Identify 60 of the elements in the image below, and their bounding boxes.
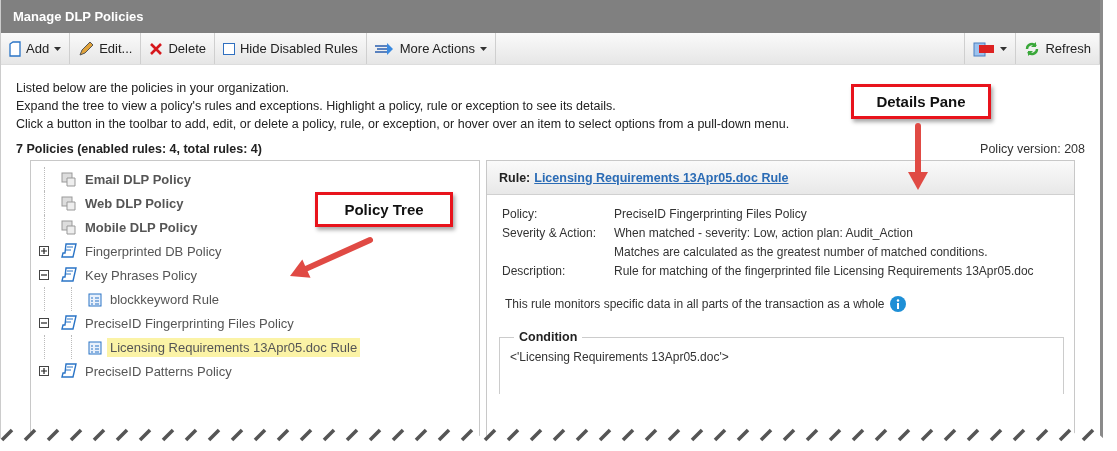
- callout-label: Details Pane: [851, 84, 991, 119]
- field-value: Rule for matching of the fingerprinted file Licensing Requirements 13Apr05.doc: [614, 264, 1035, 278]
- rule-link[interactable]: Licensing Requirements 13Apr05.doc Rule: [534, 170, 789, 185]
- intro-text: Listed below are the policies in your organization.: [16, 80, 290, 97]
- intro-text: Click a button in the toolbar to add, edit, or delete a policy, rule, or exception, or hover over an item to select options from a pull-down menu.: [16, 116, 790, 133]
- caret-icon: [54, 46, 62, 51]
- field-label: Policy:: [502, 207, 539, 221]
- expand-icon[interactable]: [39, 246, 49, 256]
- tree-item[interactable]: PreciseID Patterns Policy: [82, 361, 235, 381]
- pdf-icon: [973, 40, 996, 57]
- field-value: Matches are calculated as the greatest number of matched conditions.: [614, 245, 989, 259]
- tree-item[interactable]: Fingerprinted DB Policy: [82, 241, 225, 261]
- scroll-icon: [61, 267, 77, 283]
- refresh-icon: [1024, 40, 1041, 57]
- field-label: Severity & Action:: [502, 226, 598, 240]
- list-icon: [88, 339, 102, 355]
- scroll-icon: [61, 315, 77, 331]
- arrows-icon: [374, 41, 395, 56]
- intro-text: Expand the tree to view a policy's rules and exceptions. Highlight a policy, rule or exception to see its details.: [16, 98, 616, 115]
- delete-icon: [149, 41, 164, 56]
- window-title: Manage DLP Policies: [1, 0, 1100, 33]
- tree-item[interactable]: Licensing Requirements 13Apr05.doc Rule: [107, 337, 361, 357]
- collapse-icon[interactable]: [39, 270, 49, 280]
- tree-item[interactable]: PreciseID Fingerprinting Files Policy: [82, 313, 297, 333]
- callout-label: Policy Tree: [315, 192, 453, 227]
- policy-version: Policy version: 208: [980, 142, 1085, 156]
- tree-item[interactable]: Key Phrases Policy: [82, 265, 200, 285]
- info-icon[interactable]: [889, 296, 906, 312]
- toolbar-button[interactable]: Delete: [141, 33, 215, 64]
- tree-item[interactable]: Mobile DLP Policy: [82, 217, 201, 237]
- policy-count: 7 Policies (enabled rules: 4, total rules: 4): [16, 142, 262, 156]
- toolbar-button[interactable]: Add: [1, 33, 71, 64]
- toolbar-button[interactable]: Edit...: [70, 33, 142, 64]
- condition-text: <'Licensing Requirements 13Apr05.doc'>: [510, 350, 729, 364]
- field-value: When matched - severity: Low, action plan: Audit_Action: [614, 226, 914, 240]
- field-value: PreciseID Fingerprinting Files Policy: [614, 207, 808, 221]
- scroll-icon: [61, 243, 77, 259]
- caret-icon: [1000, 46, 1008, 51]
- policy-icon: [61, 171, 77, 187]
- tree-item[interactable]: Email DLP Policy: [82, 169, 194, 189]
- tree-item[interactable]: Web DLP Policy: [82, 193, 187, 213]
- policy-icon: [61, 195, 77, 211]
- new-page-icon: [9, 40, 21, 57]
- tree-item[interactable]: blockkeyword Rule: [107, 289, 223, 309]
- checkbox-icon: [222, 42, 235, 55]
- policy-icon: [61, 219, 77, 235]
- collapse-icon[interactable]: [39, 318, 49, 328]
- condition-legend: Condition: [514, 330, 583, 344]
- scroll-icon: [61, 363, 77, 379]
- callout-arrow: [908, 123, 928, 190]
- toolbar-button[interactable]: Refresh: [1016, 33, 1100, 64]
- expand-icon[interactable]: [39, 366, 49, 376]
- note-text: This rule monitors specific data in all parts of the transaction as a whole: [505, 297, 885, 311]
- header-label: Rule:: [499, 170, 531, 185]
- toolbar-button[interactable]: More Actions: [366, 33, 496, 64]
- field-label: Description:: [502, 264, 567, 278]
- caret-icon: [479, 46, 487, 51]
- list-icon: [88, 291, 102, 307]
- pencil-icon: [78, 40, 95, 57]
- export-button[interactable]: [964, 33, 1017, 64]
